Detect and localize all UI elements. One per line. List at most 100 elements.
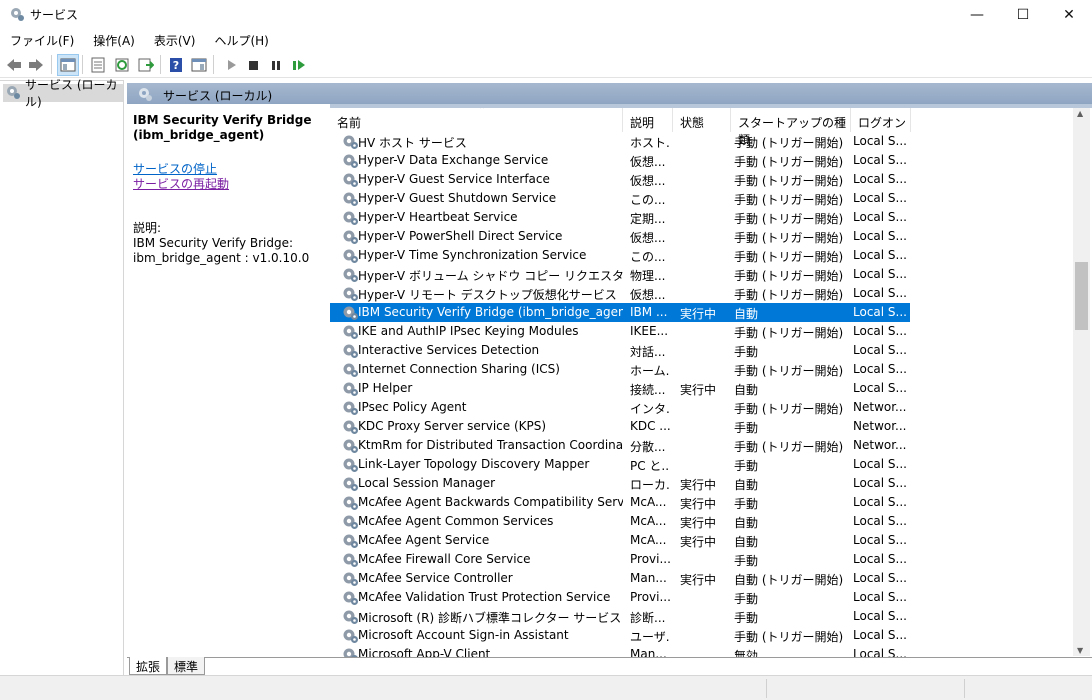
service-row[interactable]: McAfee Firewall Core Service Provi... 手動 Lo… xyxy=(330,550,910,569)
service-startup-type: 手動 (トリガー開始) xyxy=(734,193,844,207)
service-row[interactable]: KDC Proxy Server service (KPS) KDC ... 手動 N… xyxy=(330,417,910,436)
refresh-icon[interactable] xyxy=(111,54,133,76)
service-description: ローカ... xyxy=(630,478,670,492)
menu-help[interactable]: ヘルプ(H) xyxy=(204,29,277,51)
service-description: Provi... xyxy=(630,590,670,604)
scroll-down-icon[interactable]: ▼ xyxy=(1077,646,1083,655)
pause-service-icon[interactable] xyxy=(265,54,287,76)
service-startup-type: 手動 xyxy=(734,421,759,435)
console-tree: サービス (ローカル) xyxy=(0,78,124,675)
service-row[interactable]: Hyper-V Data Exchange Service 仮想... 手動 (トリ… xyxy=(330,151,910,170)
service-details: IBM Security Verify Bridge (ibm_bridge_a… xyxy=(133,113,323,266)
maximize-button[interactable]: ☐ xyxy=(1000,0,1046,29)
forward-arrow-icon[interactable] xyxy=(25,54,47,76)
pane-header: サービス (ローカル) xyxy=(127,83,1092,104)
service-row[interactable]: Hyper-V Guest Shutdown Service この... 手動 (ト… xyxy=(330,189,910,208)
menu-view[interactable]: 表示(V) xyxy=(144,29,205,51)
restart-service-icon[interactable] xyxy=(288,54,310,76)
service-gear-icon xyxy=(342,171,359,188)
service-row[interactable]: Microsoft App-V Client Man... 無効 Local S... xyxy=(330,645,910,657)
service-name: Internet Connection Sharing (ICS) xyxy=(358,362,560,376)
tree-item-services-local[interactable]: サービス (ローカル) xyxy=(3,78,123,109)
service-gear-icon xyxy=(342,551,359,568)
back-arrow-icon[interactable] xyxy=(3,54,25,76)
show-action-pane-icon[interactable] xyxy=(188,54,210,76)
service-row[interactable]: Hyper-V ボリューム シャドウ コピー リクエスター 物理... 手動 (トリ… xyxy=(330,265,910,284)
service-row[interactable]: IPsec Policy Agent インタ... 手動 (トリガー開始) Netwo… xyxy=(330,398,910,417)
service-logon: Local S... xyxy=(853,647,907,657)
service-row[interactable]: Link-Layer Topology Discovery Mapper PC と… xyxy=(330,455,910,474)
services-gear-icon xyxy=(5,84,21,103)
service-row[interactable]: Hyper-V Heartbeat Service 定期... 手動 (トリガー開始… xyxy=(330,208,910,227)
column-header-name[interactable]: ⌃ 名前 xyxy=(330,108,623,132)
service-row[interactable]: HV ホスト サービス ホスト... 手動 (トリガー開始) Local S... xyxy=(330,132,910,151)
service-row[interactable]: Internet Connection Sharing (ICS) ホーム... 手… xyxy=(330,360,910,379)
service-name: Microsoft Account Sign-in Assistant xyxy=(358,628,569,642)
properties-icon[interactable] xyxy=(87,54,109,76)
column-header-status[interactable]: 状態 xyxy=(673,108,731,132)
service-row[interactable]: Hyper-V Guest Service Interface 仮想... 手動 (… xyxy=(330,170,910,189)
show-hide-console-tree-icon[interactable] xyxy=(57,54,79,76)
service-row[interactable]: McAfee Agent Backwards Compatibility Ser… xyxy=(330,493,910,512)
service-row[interactable]: Microsoft (R) 診断ハブ標準コレクター サービス 診断... 手動 Loc… xyxy=(330,607,910,626)
toolbar-separator xyxy=(160,55,161,74)
restart-service-link[interactable]: サービスの再起動 xyxy=(133,177,323,192)
service-logon: Local S... xyxy=(853,267,907,281)
service-row[interactable]: McAfee Agent Common Services McA... 実行中 自動 L… xyxy=(330,512,910,531)
tab-extended[interactable]: 拡張 xyxy=(129,657,168,675)
service-logon: Local S... xyxy=(853,210,907,224)
description-text: IBM Security Verify Bridge: ibm_bridge_a… xyxy=(133,236,310,265)
service-row[interactable]: Microsoft Account Sign-in Assistant ユーザ..… xyxy=(330,626,910,645)
service-row[interactable]: Hyper-V リモート デスクトップ仮想化サービス 仮想... 手動 (トリガー開… xyxy=(330,284,910,303)
column-header-description[interactable]: 説明 xyxy=(623,108,673,132)
service-row[interactable]: McAfee Service Controller Man... 実行中 自動 (トリ… xyxy=(330,569,910,588)
service-logon: Local S... xyxy=(853,248,907,262)
stop-service-link[interactable]: サービスの停止 xyxy=(133,162,323,177)
service-row[interactable]: IBM Security Verify Bridge (ibm_bridge_a… xyxy=(330,303,910,322)
menu-file[interactable]: ファイル(F) xyxy=(0,29,83,51)
service-row[interactable]: Hyper-V Time Synchronization Service この..… xyxy=(330,246,910,265)
service-name: Hyper-V Data Exchange Service xyxy=(358,153,549,167)
help-icon[interactable]: ? xyxy=(165,54,187,76)
service-row[interactable]: Hyper-V PowerShell Direct Service 仮想... 手動… xyxy=(330,227,910,246)
close-button[interactable]: ✕ xyxy=(1046,0,1092,29)
service-logon: Local S... xyxy=(853,286,907,300)
service-status: 実行中 xyxy=(680,307,717,321)
start-service-icon[interactable] xyxy=(220,54,242,76)
service-name: McAfee Validation Trust Protection Servi… xyxy=(358,590,611,604)
service-description: 仮想... xyxy=(630,174,666,188)
services-pane: サービス (ローカル) IBM Security Verify Bridge (… xyxy=(127,80,1092,657)
service-description: IBM ... xyxy=(630,305,668,319)
menu-action[interactable]: 操作(A) xyxy=(83,29,144,51)
tab-standard[interactable]: 標準 xyxy=(167,657,206,675)
service-row[interactable]: IP Helper 接続... 実行中 自動 Local S... xyxy=(330,379,910,398)
service-name: McAfee Service Controller xyxy=(358,571,513,585)
service-logon: Local S... xyxy=(853,571,907,585)
service-row[interactable]: Local Session Manager ローカ... 実行中 自動 Local S.… xyxy=(330,474,910,493)
status-segment xyxy=(964,679,1092,698)
column-header-startup-type[interactable]: スタートアップの種類 xyxy=(731,108,851,147)
stop-service-icon[interactable] xyxy=(242,54,264,76)
scroll-up-icon[interactable]: ▲ xyxy=(1077,109,1083,118)
service-name: Hyper-V Heartbeat Service xyxy=(358,210,518,224)
service-row[interactable]: IKE and AuthIP IPsec Keying Modules IKEE.… xyxy=(330,322,910,341)
minimize-button[interactable]: — xyxy=(954,0,1000,29)
service-gear-icon xyxy=(342,608,359,625)
service-logon: Local S... xyxy=(853,590,907,604)
export-list-icon[interactable] xyxy=(135,54,157,76)
service-row[interactable]: McAfee Validation Trust Protection Servi… xyxy=(330,588,910,607)
service-description: 仮想... xyxy=(630,155,666,169)
service-logon: Networ... xyxy=(853,400,907,414)
scrollbar-thumb[interactable] xyxy=(1075,262,1088,330)
service-name: IPsec Policy Agent xyxy=(358,400,467,414)
service-startup-type: 手動 (トリガー開始) xyxy=(734,288,844,302)
service-row[interactable]: KtmRm for Distributed Transaction Coordi… xyxy=(330,436,910,455)
vertical-scrollbar[interactable]: ▲ ▼ xyxy=(1073,108,1090,656)
service-row[interactable]: Interactive Services Detection 対話... 手動 Loc… xyxy=(330,341,910,360)
tree-item-label: サービス (ローカル) xyxy=(25,78,118,109)
service-startup-type: 手動 xyxy=(734,592,759,606)
service-row[interactable]: McAfee Agent Service McA... 実行中 自動 Local S..… xyxy=(330,531,910,550)
service-gear-icon xyxy=(342,627,359,644)
column-header-logon[interactable]: ログオン xyxy=(851,108,911,132)
service-startup-type: 手動 xyxy=(734,459,759,473)
